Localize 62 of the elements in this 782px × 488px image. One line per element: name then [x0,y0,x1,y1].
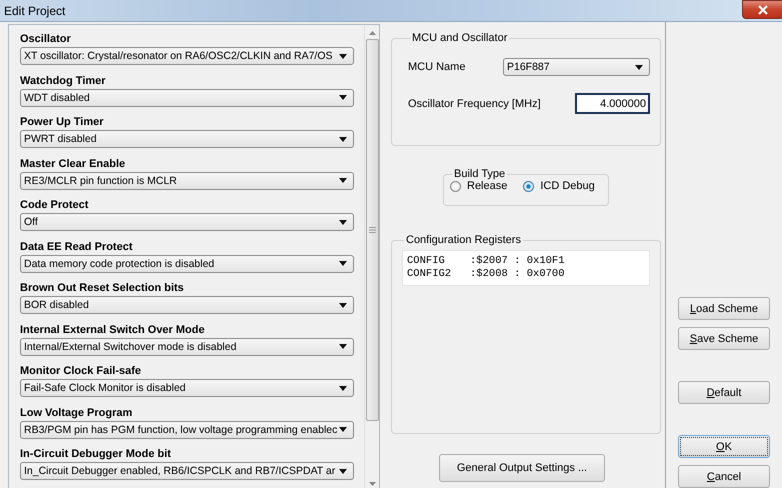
group-title: Build Type [453,168,506,180]
dropdown-arrow-icon [635,64,643,70]
setting-dropdown[interactable]: In_Circuit Debugger enabled, RB6/ICSPCLK and RB7/ICSPDAT ar [20,462,354,480]
setting-dropdown[interactable]: RE3/MCLR pin function is MCLR [20,172,354,190]
setting-dropdown[interactable]: RB3/PGM pin has PGM function, low voltage programming enablec [20,420,354,439]
setting-dropdown[interactable]: BOR disabled [20,296,354,314]
field-label: MCU Name [408,61,466,73]
setting-label: Power Up Timer [20,115,105,130]
register-line: CONFIG :$2007 : 0x10F1 [407,255,566,268]
setting-dropdown[interactable]: WDT disabled [20,88,354,107]
dialog-button[interactable]: Cancel [678,465,770,488]
dropdown-arrow-icon [339,386,347,391]
dialog-button[interactable]: Load Scheme [678,297,770,320]
setting-label: Code Protect [20,198,90,214]
setting-dropdown[interactable]: Data memory code protection is disabled [20,254,354,273]
setting-label: Brown Out Reset Selection bits [20,281,185,296]
frequency-field[interactable]: 4.000000 [575,93,650,114]
mcu-dropdown[interactable]: P16F887 [503,58,650,76]
grip-icon [368,227,376,233]
dialog-button[interactable]: OK [678,435,770,458]
close-button[interactable] [742,0,782,19]
setting-dropdown[interactable]: PWRT disabled [20,130,354,148]
setting-dropdown[interactable]: Internal/External Switchover mode is disabled [20,338,354,356]
radio-button[interactable] [450,180,461,192]
field-label: Oscillator Frequency [MHz] [408,98,541,110]
scroll-up-icon [368,31,376,35]
general-output-settings-button[interactable]: General Output Settings ... [439,454,605,482]
setting-label: Oscillator [20,32,72,47]
setting-dropdown[interactable]: Fail-Safe Clock Monitor is disabled [20,379,354,398]
dialog-button[interactable]: Save Scheme [678,327,770,350]
setting-label: Internal External Switch Over Mode [20,322,206,338]
setting-dropdown[interactable]: XT oscillator: Crystal/resonator on RA6/OSC2/CLKIN and RA7/OS [20,47,354,65]
dropdown-arrow-icon [339,95,347,100]
dropdown-arrow-icon [339,261,347,266]
radio-button[interactable] [523,180,534,192]
register-line: CONFIG2 :$2008 : 0x0700 [407,268,566,281]
setting-label: Watchdog Timer [20,74,107,89]
dropdown-arrow-icon [339,136,347,142]
registers-text-area[interactable]: CONFIG :$2007 : 0x10F1 CONFIG2 :$2008 : 0x0700 [402,250,650,286]
scrollbar[interactable] [364,25,379,488]
dropdown-arrow-icon [339,468,347,474]
dialog-button[interactable]: Default [678,381,770,404]
dropdown-arrow-icon [339,344,347,350]
radio-option[interactable]: ICD Debug [523,180,595,192]
setting-label: Monitor Clock Fail-safe [20,364,142,380]
scrollbar-thumb[interactable] [366,39,378,421]
dropdown-arrow-icon [339,302,347,308]
dropdown-arrow-icon [339,178,347,184]
group-title: MCU and Oscillator [411,32,508,44]
radio-option[interactable]: Release [450,180,508,192]
setting-label: Low Voltage Program [20,406,134,421]
dropdown-arrow-icon [339,220,347,225]
dropdown-arrow-icon [339,54,347,58]
setting-label: Master Clear Enable [20,156,126,172]
setting-label: In-Circuit Debugger Mode bit [20,447,172,462]
group-title: Configuration Registers [405,234,522,246]
setting-dropdown[interactable]: Off [20,213,354,232]
scroll-down-icon [368,482,376,486]
dropdown-arrow-icon [339,427,347,432]
window-title: Edit Project [3,4,66,18]
close-icon [757,4,769,14]
setting-label: Data EE Read Protect [20,240,134,255]
